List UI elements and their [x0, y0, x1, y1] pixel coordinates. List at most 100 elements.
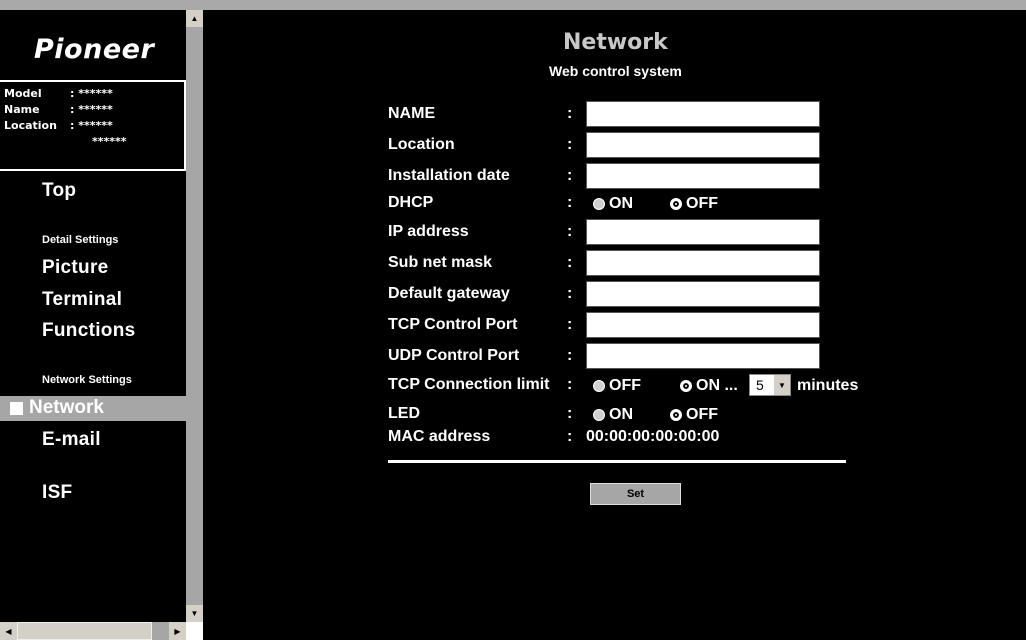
tcp-control-port-input[interactable] [586, 312, 820, 338]
location-value-2: ****** [92, 135, 127, 148]
selected-square-icon [10, 402, 23, 415]
udp-control-port-row: UDP Control Port : [388, 343, 868, 369]
nav-network-label: Network [29, 397, 104, 418]
nav-network[interactable]: Network [0, 396, 186, 421]
tcp-limit-off-radio[interactable]: OFF [593, 377, 641, 395]
scroll-up-arrow-icon[interactable]: ▲ [186, 10, 203, 27]
sidebar: Pioneer Model : ****** Name : ****** Loc… [0, 10, 203, 640]
scrollbar-thumb[interactable] [186, 27, 203, 607]
dhcp-off-label: OFF [686, 195, 718, 212]
nav-terminal[interactable]: Terminal [42, 289, 122, 311]
model-value: : ****** [70, 87, 113, 100]
colon: : [567, 254, 573, 271]
detail-settings-heading: Detail Settings [42, 234, 119, 246]
location-row-2: ****** [4, 134, 184, 150]
tcp-limit-on-label: ON ... [696, 377, 738, 394]
subnet-mask-input[interactable] [586, 250, 820, 276]
default-gateway-input[interactable] [586, 281, 820, 307]
led-label: LED [388, 405, 420, 422]
led-off-label: OFF [686, 406, 718, 423]
location-row: Location : ****** [4, 118, 184, 134]
sidebar-vertical-scrollbar[interactable]: ▲ ▼ [186, 10, 203, 622]
minutes-select-value: 5 [756, 377, 764, 393]
colon: : [567, 405, 573, 422]
mac-address-row: MAC address : 00:00:00:00:00:00 [388, 424, 868, 450]
minutes-label: minutes [797, 377, 859, 394]
page-title: Network [563, 30, 668, 55]
nav-email[interactable]: E-mail [42, 429, 101, 451]
colon: : [567, 376, 573, 393]
tcp-control-port-label: TCP Control Port [388, 316, 518, 333]
subnet-mask-row: Sub net mask : [388, 250, 868, 276]
mac-address-value: 00:00:00:00:00:00 [586, 428, 720, 445]
colon: : [567, 316, 573, 333]
colon: : [567, 105, 573, 122]
colon: : [567, 223, 573, 240]
tcp-connection-limit-row: TCP Connection limit : OFF ON ... 5 ▼ mi… [388, 372, 868, 398]
installation-date-row: Installation date : [388, 163, 868, 189]
default-gateway-label: Default gateway [388, 285, 510, 302]
radio-unselected-icon [593, 380, 605, 392]
dhcp-row: DHCP : ON OFF [388, 190, 868, 216]
installation-date-label: Installation date [388, 167, 510, 184]
colon: : [567, 428, 573, 445]
name-row: NAME : [388, 101, 868, 127]
dropdown-arrow-icon[interactable]: ▼ [774, 375, 790, 395]
colon: : [567, 167, 573, 184]
led-on-radio[interactable]: ON [593, 406, 633, 424]
colon: : [567, 285, 573, 302]
led-on-label: ON [609, 406, 633, 423]
colon: : [567, 194, 573, 211]
sidebar-horizontal-scrollbar[interactable]: ◀ ▶ [0, 622, 186, 640]
minutes-select[interactable]: 5 ▼ [749, 374, 791, 396]
nav-top[interactable]: Top [42, 180, 76, 202]
location-field-label: Location [388, 136, 455, 153]
name-field-label: NAME [388, 105, 436, 122]
nav-picture[interactable]: Picture [42, 257, 109, 279]
tcp-control-port-row: TCP Control Port : [388, 312, 868, 338]
dhcp-on-radio[interactable]: ON [593, 195, 633, 213]
location-label: Location [4, 119, 57, 132]
divider [388, 460, 846, 463]
name-value: : ****** [70, 103, 113, 116]
name-input[interactable] [586, 101, 820, 127]
tcp-limit-on-radio[interactable]: ON ... [680, 377, 738, 395]
scroll-down-arrow-icon[interactable]: ▼ [186, 605, 203, 622]
horizontal-scrollbar-thumb[interactable] [17, 622, 152, 640]
dhcp-on-label: ON [609, 195, 633, 212]
subnet-mask-label: Sub net mask [388, 254, 493, 271]
scrollbar-corner [186, 622, 203, 640]
colon: : [567, 347, 573, 364]
radio-selected-icon [670, 198, 682, 210]
radio-selected-icon [680, 380, 692, 392]
default-gateway-row: Default gateway : [388, 281, 868, 307]
tcp-limit-off-label: OFF [609, 377, 641, 394]
page-subtitle: Web control system [549, 63, 682, 79]
location-input[interactable] [586, 132, 820, 158]
name-label: Name [4, 103, 40, 116]
installation-date-input[interactable] [586, 163, 820, 189]
scroll-left-arrow-icon[interactable]: ◀ [0, 622, 17, 640]
set-button[interactable]: Set [590, 483, 681, 505]
nav-functions[interactable]: Functions [42, 320, 135, 342]
scroll-right-arrow-icon[interactable]: ▶ [169, 622, 186, 640]
dhcp-off-radio[interactable]: OFF [670, 195, 718, 213]
radio-selected-icon [670, 409, 682, 421]
model-label: Model [4, 87, 42, 100]
udp-control-port-input[interactable] [586, 343, 820, 369]
colon: : [567, 136, 573, 153]
radio-unselected-icon [593, 198, 605, 210]
led-off-radio[interactable]: OFF [670, 406, 718, 424]
ip-address-label: IP address [388, 223, 469, 240]
top-border [0, 0, 1026, 10]
device-info-box: Model : ****** Name : ****** Location : … [0, 80, 186, 171]
pioneer-logo: Pioneer [34, 34, 155, 65]
udp-control-port-label: UDP Control Port [388, 347, 520, 364]
location-row: Location : [388, 132, 868, 158]
model-row: Model : ****** [4, 86, 184, 102]
ip-address-input[interactable] [586, 219, 820, 245]
mac-address-label: MAC address [388, 428, 491, 445]
location-value: : ****** [70, 119, 113, 132]
nav-isf[interactable]: ISF [42, 482, 72, 504]
ip-address-row: IP address : [388, 219, 868, 245]
